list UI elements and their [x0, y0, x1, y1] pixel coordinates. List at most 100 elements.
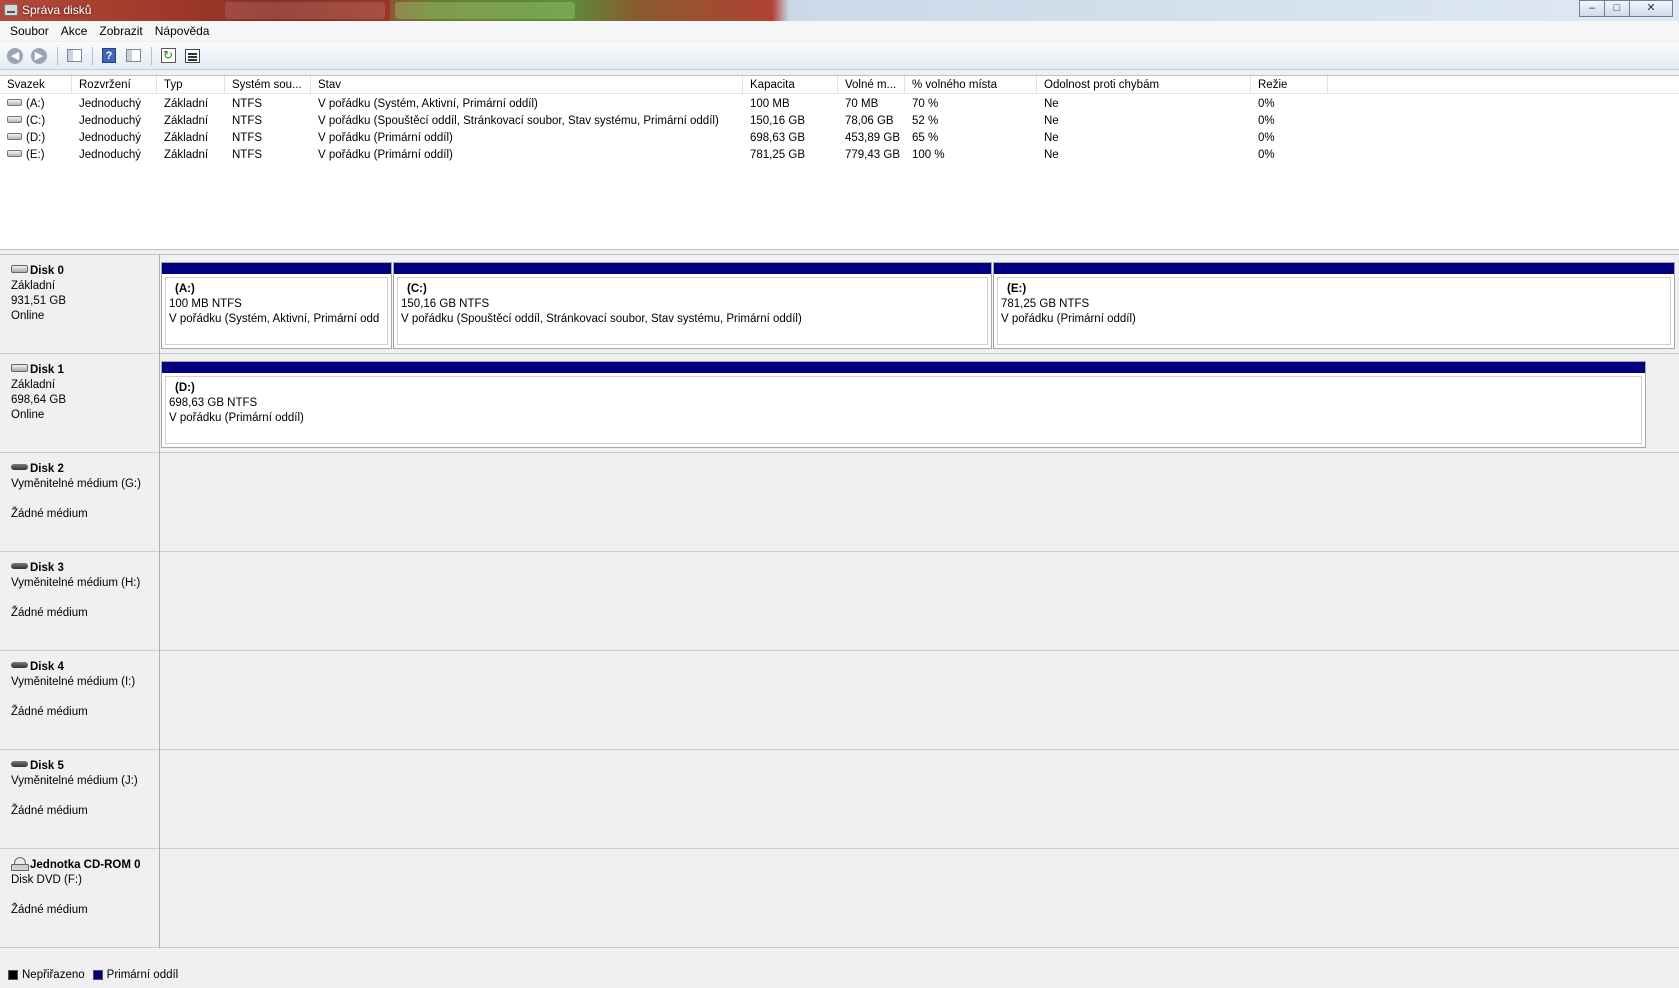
legend: Nepřiřazeno Primární oddíl — [0, 965, 1679, 985]
hard-disk-icon — [11, 364, 28, 373]
disk-status: Žádné médium — [11, 607, 88, 619]
disk-row-disk-4[interactable]: Disk 4 Vyměnitelné médium (I:) Žádné méd… — [0, 651, 1679, 750]
column-header-kapacita[interactable]: Kapacita — [743, 76, 838, 94]
percent-free-cell: 65 % — [912, 132, 939, 144]
volume-cell: (A:) — [0, 96, 72, 113]
layout-cell: Jednoduchý — [79, 115, 142, 127]
close-button[interactable]: ✕ — [1629, 0, 1673, 17]
disk-label[interactable]: Disk 1 Základní 698,64 GB Online — [2, 354, 160, 453]
fault-tolerance-cell: Ne — [1044, 132, 1059, 144]
menu-napoveda[interactable]: Nápověda — [149, 24, 216, 38]
disk-status: Online — [11, 310, 45, 322]
disk-row-disk-0[interactable]: Disk 0 Základní 931,51 GB Online (A:) 10… — [0, 255, 1679, 354]
volume-list[interactable]: Svazek Rozvržení Typ Systém sou... Stav … — [0, 75, 1679, 250]
column-header-rozvrzeni[interactable]: Rozvržení — [72, 76, 157, 94]
status-cell: V pořádku (Primární oddíl) — [318, 132, 453, 144]
disk-type: Vyměnitelné médium (H:) — [11, 577, 141, 589]
layout-cell: Jednoduchý — [79, 149, 142, 161]
volume-row[interactable]: (A:) Jednoduchý Základní NTFS V pořádku … — [0, 96, 1679, 113]
disk-label[interactable]: Disk 4 Vyměnitelné médium (I:) Žádné méd… — [2, 651, 160, 750]
layout-cell: Jednoduchý — [79, 132, 142, 144]
volume-row[interactable]: (E:) Jednoduchý Základní NTFS V pořádku … — [0, 147, 1679, 164]
column-header-stav[interactable]: Stav — [311, 76, 743, 94]
column-header-volne-misto[interactable]: Volné m... — [838, 76, 905, 94]
capacity-cell: 100 MB — [750, 98, 790, 110]
partition-status: V pořádku (Spouštěcí oddíl, Stránkovací … — [401, 313, 802, 325]
help-button[interactable]: ? — [98, 45, 120, 67]
partition-c[interactable]: (C:) 150,16 GB NTFS V pořádku (Spouštěcí… — [393, 262, 992, 349]
forward-button[interactable]: ▶ — [28, 45, 50, 67]
properties-button[interactable] — [181, 45, 203, 67]
disk-type: Vyměnitelné médium (G:) — [11, 478, 141, 490]
disk-size: 931,51 GB — [11, 295, 66, 307]
disk-size — [11, 591, 159, 606]
percent-free-cell: 52 % — [912, 115, 939, 127]
menu-soubor[interactable]: Soubor — [4, 24, 55, 38]
disk-management-app-icon — [4, 4, 18, 16]
partition-size: 150,16 GB NTFS — [401, 298, 490, 310]
legend-label-primary: Primární oddíl — [106, 969, 179, 981]
disk-label[interactable]: Disk 2 Vyměnitelné médium (G:) Žádné méd… — [2, 453, 160, 552]
partition-a[interactable]: (A:) 100 MB NTFS V pořádku (Systém, Akti… — [161, 262, 392, 349]
back-button[interactable]: ◀ — [4, 45, 26, 67]
column-header-rezie[interactable]: Režie — [1251, 76, 1328, 94]
disk-type: Vyměnitelné médium (J:) — [11, 775, 138, 787]
disk-row-disk-2[interactable]: Disk 2 Vyměnitelné médium (G:) Žádné méd… — [0, 453, 1679, 552]
column-header-odolnost[interactable]: Odolnost proti chybám — [1037, 76, 1251, 94]
menu-zobrazit[interactable]: Zobrazit — [93, 24, 148, 38]
column-header-typ[interactable]: Typ — [157, 76, 225, 94]
show-hide-tree-button[interactable] — [63, 45, 85, 67]
drive-icon — [7, 150, 22, 158]
partition-d[interactable]: (D:) 698,63 GB NTFS V pořádku (Primární … — [161, 361, 1646, 448]
volume-row[interactable]: (D:) Jednoduchý Základní NTFS V pořádku … — [0, 130, 1679, 147]
type-cell: Základní — [164, 149, 209, 161]
minimize-button[interactable]: – — [1579, 0, 1605, 17]
partition-body: (E:) 781,25 GB NTFS V pořádku (Primární … — [997, 277, 1671, 345]
hard-disk-icon — [11, 265, 28, 274]
disk-label[interactable]: Disk 0 Základní 931,51 GB Online — [2, 255, 160, 354]
maximize-button[interactable]: □ — [1604, 0, 1630, 17]
volume-row[interactable]: (C:) Jednoduchý Základní NTFS V pořádku … — [0, 113, 1679, 130]
legend-swatch-unallocated — [8, 970, 18, 980]
fault-tolerance-cell: Ne — [1044, 149, 1059, 161]
disk-type: Základní — [11, 280, 56, 292]
volume-list-header: Svazek Rozvržení Typ Systém sou... Stav … — [0, 76, 1679, 94]
type-cell: Základní — [164, 115, 209, 127]
refresh-button[interactable]: ↻ — [157, 45, 179, 67]
show-hide-action-pane-button[interactable] — [122, 45, 144, 67]
toolbar-separator — [151, 46, 152, 65]
primary-partition-bar — [994, 263, 1674, 274]
disk-row-disk-1[interactable]: Disk 1 Základní 698,64 GB Online (D:) 69… — [0, 354, 1679, 453]
layout-cell: Jednoduchý — [79, 98, 142, 110]
filesystem-cell: NTFS — [232, 115, 263, 127]
disk-status: Žádné médium — [11, 706, 88, 718]
primary-partition-bar — [162, 263, 391, 274]
column-header-procent-volneho[interactable]: % volného místa — [905, 76, 1037, 94]
column-header-system-souboru[interactable]: Systém sou... — [225, 76, 311, 94]
properties-icon — [184, 48, 200, 63]
disk-size — [11, 690, 159, 705]
partition-size: 781,25 GB NTFS — [1001, 298, 1090, 310]
legend-swatch-primary — [92, 970, 103, 980]
partition-e[interactable]: (E:) 781,25 GB NTFS V pořádku (Primární … — [993, 262, 1675, 349]
disk-name: Disk 2 — [30, 463, 64, 475]
column-header-svazek[interactable]: Svazek — [0, 76, 72, 94]
disk-row-disk-5[interactable]: Disk 5 Vyměnitelné médium (J:) Žádné méd… — [0, 750, 1679, 849]
fault-tolerance-cell: Ne — [1044, 115, 1059, 127]
disk-label[interactable]: Jednotka CD-ROM 0 Disk DVD (F:) Žádné mé… — [2, 849, 160, 948]
disk-row-cdrom-0[interactable]: Jednotka CD-ROM 0 Disk DVD (F:) Žádné mé… — [0, 849, 1679, 948]
disk-row-disk-3[interactable]: Disk 3 Vyměnitelné médium (H:) Žádné méd… — [0, 552, 1679, 651]
disk-name: Disk 3 — [30, 562, 64, 574]
title-bar: Správa disků – □ ✕ — [0, 0, 1679, 21]
menu-akce[interactable]: Akce — [55, 24, 94, 38]
disk-status: Žádné médium — [11, 904, 88, 916]
disk-label[interactable]: Disk 5 Vyměnitelné médium (J:) Žádné méd… — [2, 750, 160, 849]
partition-status: V pořádku (Primární oddíl) — [1001, 313, 1136, 325]
disk-label[interactable]: Disk 3 Vyměnitelné médium (H:) Žádné méd… — [2, 552, 160, 651]
volume-cell: (E:) — [0, 147, 72, 164]
toolbar-separator — [57, 46, 58, 65]
disk-type: Vyměnitelné médium (I:) — [11, 676, 136, 688]
volume-name: (E:) — [26, 149, 45, 161]
drive-icon — [7, 99, 22, 107]
volume-cell: (C:) — [0, 113, 72, 130]
